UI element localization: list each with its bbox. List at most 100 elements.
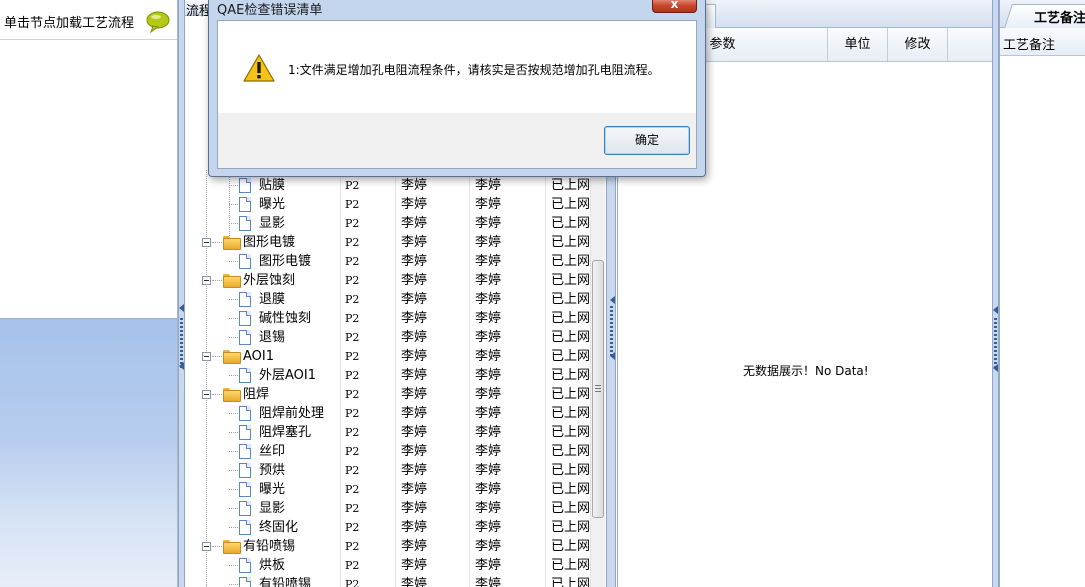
tree-leaf-row[interactable]: 曝光 P2 李婷 李婷 已上网 [185,480,590,499]
tree-leaf-row[interactable]: 显影 P2 李婷 李婷 已上网 [185,214,590,233]
level-cell: P2 [345,483,360,496]
collapse-right-icon-2[interactable] [993,364,998,372]
tree-leaf-row[interactable]: 贴膜 P2 李婷 李婷 已上网 [185,176,590,195]
tree-leaf-row[interactable]: 终固化 P2 李婷 李婷 已上网 [185,518,590,537]
splitter-grip[interactable] [180,318,183,368]
designer-cell: 李婷 [401,539,428,554]
level-cell: P2 [345,464,360,477]
splitter-right[interactable] [992,0,999,587]
folder-icon [223,540,241,554]
node-name[interactable]: 外层AOI1 [259,366,316,385]
node-name[interactable]: 阻焊塞孔 [259,423,311,442]
reviewer-cell: 李婷 [475,463,502,478]
node-name[interactable]: 图形电镀 [259,252,311,271]
status-cell: 已上网 [551,349,591,364]
folder-icon [223,350,241,364]
node-name[interactable]: AOI1 [243,347,274,366]
column-header-unit[interactable]: 单位 [828,28,888,61]
node-name[interactable]: 烘板 [259,556,285,575]
node-name[interactable]: 显影 [259,499,285,518]
tree-folder-row[interactable]: 图形电镀 P2 李婷 李婷 已上网 [185,233,590,252]
node-name[interactable]: 丝印 [259,442,285,461]
designer-cell: 李婷 [401,463,428,478]
tree-leaf-row[interactable]: 显影 P2 李婷 李婷 已上网 [185,499,590,518]
node-name[interactable]: 有铅喷锡 [243,537,295,556]
tree-folder-row[interactable]: AOI1 P2 李婷 李婷 已上网 [185,347,590,366]
collapse-tree-icon[interactable] [610,296,615,304]
tree-line [229,451,238,452]
tree-leaf-row[interactable]: 丝印 P2 李婷 李婷 已上网 [185,442,590,461]
dialog-close-button[interactable]: x [652,0,697,13]
level-cell: P2 [345,312,360,325]
ok-button[interactable]: 确定 [604,126,690,155]
status-cell: 已上网 [551,501,591,516]
node-name[interactable]: 有铅喷锡 [259,575,311,587]
document-icon [239,197,251,212]
collapse-node-icon[interactable] [202,390,211,399]
status-cell: 已上网 [551,273,591,288]
tree-scrollbar[interactable] [590,170,605,587]
node-name[interactable]: 外层蚀刻 [243,271,295,290]
node-name[interactable]: 阻焊前处理 [259,404,324,423]
node-name[interactable]: 贴膜 [259,176,285,195]
left-panel-lower [0,318,177,587]
notes-tab-label[interactable]: 工艺备注 [1034,7,1085,26]
designer-cell: 李婷 [401,387,428,402]
column-header-modify[interactable]: 修改 [888,28,948,61]
tree-line [229,185,238,186]
tree-leaf-row[interactable]: 退膜 P2 李婷 李婷 已上网 [185,290,590,309]
designer-cell: 李婷 [401,254,428,269]
tree-line [229,337,238,338]
tree-leaf-row[interactable]: 预烘 P2 李婷 李婷 已上网 [185,461,590,480]
node-name[interactable]: 曝光 [259,195,285,214]
tree-leaf-row[interactable]: 外层AOI1 P2 李婷 李婷 已上网 [185,366,590,385]
folder-icon [223,388,241,402]
document-icon [239,254,251,269]
tree-leaf-row[interactable]: 曝光 P2 李婷 李婷 已上网 [185,195,590,214]
level-cell: P2 [345,331,360,344]
no-data-message: 无数据展示！No Data! [743,364,869,378]
reviewer-cell: 李婷 [475,368,502,383]
node-name[interactable]: 图形电镀 [243,233,295,252]
reviewer-cell: 李婷 [475,539,502,554]
collapse-left-icon-2[interactable] [179,362,184,370]
tree-leaf-row[interactable]: 碱性蚀刻 P2 李婷 李婷 已上网 [185,309,590,328]
collapse-node-icon[interactable] [202,238,211,247]
document-icon [239,425,251,440]
splitter-grip[interactable] [994,318,997,368]
reviewer-cell: 李婷 [475,558,502,573]
node-name[interactable]: 曝光 [259,480,285,499]
tree-folder-row[interactable]: 有铅喷锡 P2 李婷 李婷 已上网 [185,537,590,556]
tree-leaf-row[interactable]: 阻焊塞孔 P2 李婷 李婷 已上网 [185,423,590,442]
tree-leaf-row[interactable]: 阻焊前处理 P2 李婷 李婷 已上网 [185,404,590,423]
tree-leaf-row[interactable]: 图形电镀 P2 李婷 李婷 已上网 [185,252,590,271]
tree-line [229,489,238,490]
collapse-left-icon[interactable] [179,304,184,312]
tree-folder-row[interactable]: 外层蚀刻 P2 李婷 李婷 已上网 [185,271,590,290]
collapse-right-icon[interactable] [993,306,998,314]
tree-leaf-row[interactable]: 有铅喷锡 P2 李婷 李婷 已上网 [185,575,590,587]
node-name[interactable]: 退膜 [259,290,285,309]
scrollbar-thumb[interactable] [592,260,604,518]
splitter-grip[interactable] [610,306,613,356]
status-cell: 已上网 [551,311,591,326]
node-name[interactable]: 退锡 [259,328,285,347]
node-name[interactable]: 阻焊 [243,385,269,404]
reviewer-cell: 李婷 [475,311,502,326]
collapse-tree-icon-2[interactable] [610,352,615,360]
node-name[interactable]: 显影 [259,214,285,233]
splitter-left[interactable] [178,0,185,587]
tree-line [229,318,238,319]
collapse-node-icon[interactable] [202,542,211,551]
load-flow-hint[interactable]: 单击节点加载工艺流程 [4,12,134,31]
speech-bubble-icon[interactable] [146,11,170,33]
node-name[interactable]: 终固化 [259,518,298,537]
tree-folder-row[interactable]: 阻焊 P2 李婷 李婷 已上网 [185,385,590,404]
node-name[interactable]: 预烘 [259,461,285,480]
collapse-node-icon[interactable] [202,276,211,285]
tree-leaf-row[interactable]: 退锡 P2 李婷 李婷 已上网 [185,328,590,347]
tree-leaf-row[interactable]: 烘板 P2 李婷 李婷 已上网 [185,556,590,575]
level-cell: P2 [345,369,360,382]
node-name[interactable]: 碱性蚀刻 [259,309,311,328]
collapse-node-icon[interactable] [202,352,211,361]
